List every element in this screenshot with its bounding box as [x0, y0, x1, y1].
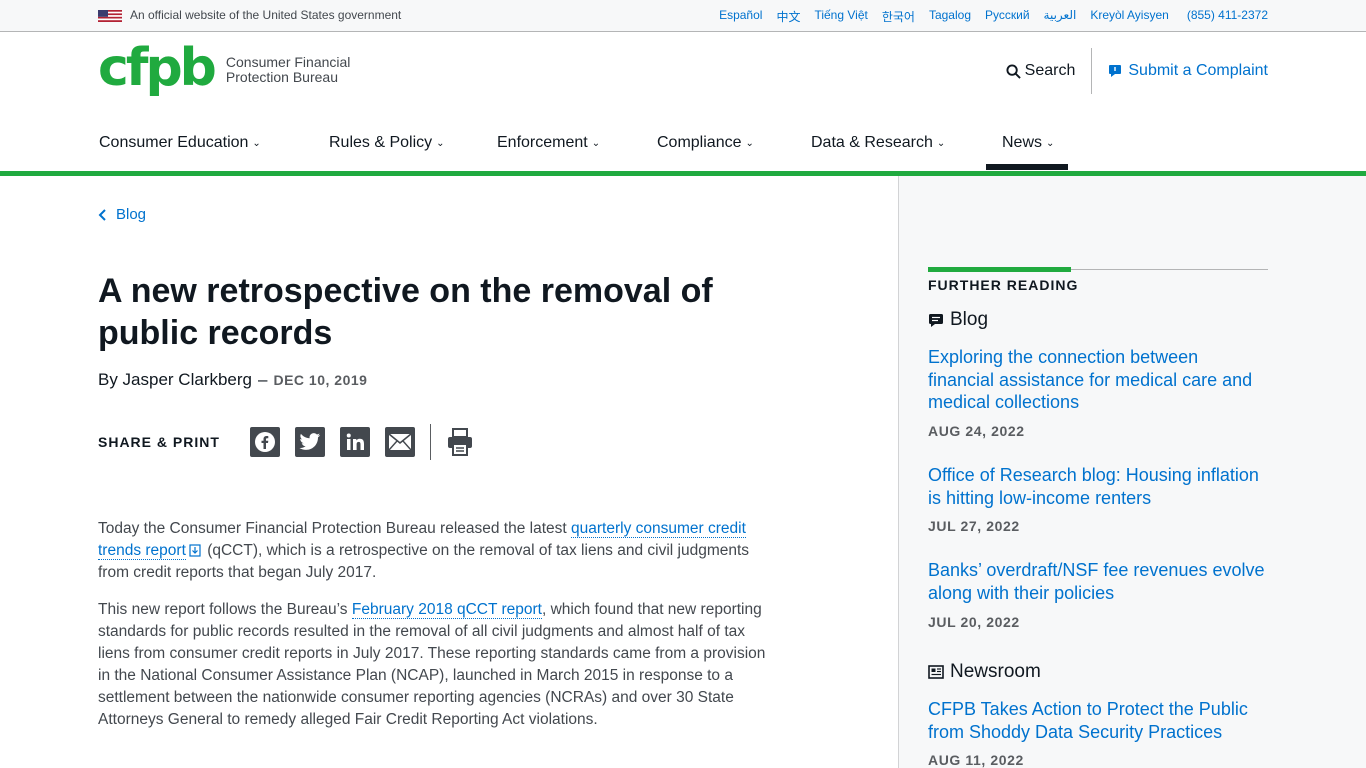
language-link-ru[interactable]: Русский: [985, 8, 1030, 25]
nav-label: Compliance: [657, 134, 742, 151]
paragraph-text: This new report follows the Bureau’s: [98, 601, 352, 618]
page-title: A new retrospective on the removal of pu…: [98, 272, 713, 352]
language-link-vi[interactable]: Tiếng Việt: [814, 8, 867, 25]
further-reading-heading: FURTHER READING: [928, 277, 1079, 293]
paragraph-text: Today the Consumer Financial Protection …: [98, 520, 572, 537]
further-reading-accent: [928, 267, 1071, 272]
phone-link[interactable]: (855) 411-2372: [1187, 8, 1268, 25]
byline: By Jasper Clarkberg – DEC 10, 2019: [98, 370, 367, 390]
header-actions: Search Submit a Complaint: [1006, 48, 1268, 94]
further-reading-link[interactable]: Banks’ overdraft/NSF fee revenues evolve…: [928, 559, 1268, 604]
us-flag-icon: [98, 10, 122, 22]
newspaper-icon: [928, 665, 944, 679]
nav-item-consumer-education[interactable]: Consumer Education ⌄: [99, 134, 261, 152]
language-links: Español 中文 Tiếng Việt 한국어 Tagalog Русски…: [719, 8, 1268, 25]
article-paragraph-2: This new report follows the Bureau’s Feb…: [98, 599, 778, 731]
main-nav: Consumer Education ⌄ Rules & Policy ⌄ Enfo…: [0, 120, 1366, 172]
chevron-down-icon: ⌄: [745, 137, 754, 149]
nav-item-compliance[interactable]: Compliance ⌄: [657, 134, 754, 152]
share-print-bar: SHARE & PRINT: [98, 424, 475, 460]
nav-label: Rules & Policy: [329, 134, 433, 151]
chevron-down-icon: ⌄: [591, 137, 601, 149]
further-reading-link[interactable]: CFPB Takes Action to Protect the Public …: [928, 698, 1268, 743]
language-link-zh[interactable]: 中文: [776, 8, 800, 25]
print-icon[interactable]: [445, 427, 475, 457]
paragraph-text: , which found that new reporting standar…: [98, 601, 766, 728]
pdf-download-icon: [189, 544, 201, 557]
email-icon[interactable]: [384, 427, 415, 457]
complaint-label: Submit a Complaint: [1128, 62, 1268, 79]
author: By Jasper Clarkberg: [98, 370, 253, 389]
article-paragraph-1: Today the Consumer Financial Protection …: [98, 518, 778, 584]
further-reading-blog-section: Blog: [928, 309, 988, 331]
share-label: SHARE & PRINT: [98, 434, 220, 450]
section-label: Blog: [950, 309, 989, 330]
nav-item-enforcement[interactable]: Enforcement ⌄: [497, 134, 600, 152]
further-reading-newsroom-section: Newsroom: [928, 661, 1041, 683]
share-divider: [429, 424, 431, 460]
nav-label: Data & Research: [811, 134, 933, 151]
facebook-icon[interactable]: [249, 427, 280, 457]
search-icon: [1006, 63, 1021, 79]
linkedin-icon[interactable]: [339, 427, 370, 457]
chevron-down-icon: ⌄: [252, 137, 261, 149]
language-link-ht[interactable]: Kreyòl Ayisyen: [1090, 8, 1169, 25]
section-label: Newsroom: [950, 661, 1041, 682]
language-link-tl[interactable]: Tagalog: [929, 8, 971, 25]
language-link-ar[interactable]: العربية: [1044, 8, 1077, 25]
language-link-es[interactable]: Español: [719, 8, 762, 25]
breadcrumb-blog-link[interactable]: Blog: [116, 206, 146, 223]
further-reading-link[interactable]: Exploring the connection between financi…: [928, 346, 1268, 414]
nav-item-data-research[interactable]: Data & Research ⌄: [811, 134, 945, 152]
nav-label: Consumer Education: [99, 134, 249, 151]
chevron-down-icon: ⌄: [936, 137, 946, 149]
nav-label: News: [1002, 134, 1043, 151]
nav-label: Enforcement: [497, 134, 588, 151]
cfpb-logo[interactable]: cfpb Consumer Financial Protection Burea…: [98, 42, 351, 100]
nav-active-indicator: [986, 164, 1068, 170]
byline-separator: –: [258, 370, 268, 389]
gov-banner-text: An official website of the United States…: [130, 8, 402, 22]
submit-complaint-button[interactable]: Submit a Complaint: [1092, 62, 1268, 80]
search-label: Search: [1024, 62, 1076, 79]
gov-banner: An official website of the United States…: [0, 0, 1366, 32]
language-link-ko[interactable]: 한국어: [882, 8, 915, 25]
article-date: DEC 10, 2019: [273, 372, 368, 388]
chevron-down-icon: ⌄: [1046, 137, 1055, 149]
further-reading-date: JUL 27, 2022: [928, 518, 1020, 534]
chevron-down-icon: ⌄: [436, 137, 445, 149]
logo-text-line1: Consumer Financial: [225, 54, 351, 70]
further-reading-date: JUL 20, 2022: [928, 614, 1020, 630]
breadcrumb[interactable]: Blog: [98, 206, 146, 223]
further-reading-link[interactable]: Office of Research blog: Housing inflati…: [928, 464, 1268, 509]
logo-text-line2: Protection Bureau: [225, 69, 338, 85]
further-reading-date: AUG 24, 2022: [928, 423, 1025, 439]
logo-mark: cfpb: [98, 38, 217, 98]
search-button[interactable]: Search: [1006, 48, 1093, 94]
nav-item-rules-policy[interactable]: Rules & Policy ⌄: [329, 134, 445, 152]
speech-bubble-icon: [929, 313, 943, 327]
further-reading-date: AUG 11, 2022: [928, 752, 1024, 768]
twitter-icon[interactable]: [294, 427, 325, 457]
logo-text: Consumer Financial Protection Bureau: [226, 55, 351, 85]
nav-item-news[interactable]: News ⌄: [1002, 134, 1054, 152]
feb-2018-report-link[interactable]: February 2018 qCCT report: [351, 601, 542, 619]
complaint-icon: [1109, 65, 1122, 77]
chevron-left-icon: [98, 208, 106, 221]
